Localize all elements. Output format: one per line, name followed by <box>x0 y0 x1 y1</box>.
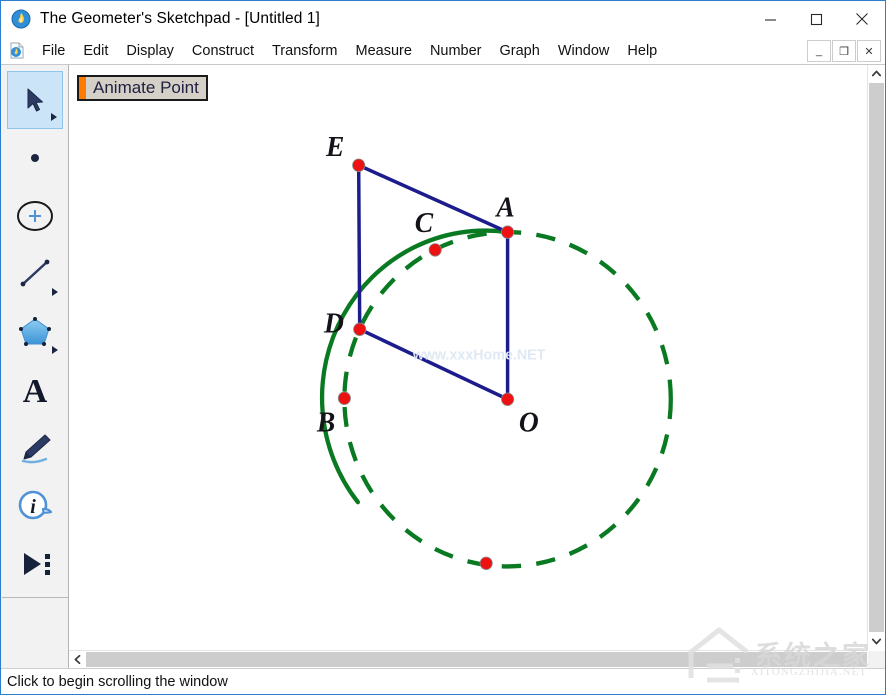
compass-circle-tool[interactable] <box>7 187 63 245</box>
mdi-minimize-button[interactable]: _ <box>807 40 831 62</box>
status-bar: Click to begin scrolling the window <box>1 668 885 694</box>
vertical-scroll-track[interactable] <box>868 82 885 633</box>
straightedge-tool[interactable] <box>7 245 63 303</box>
window-title: The Geometer's Sketchpad - [Untitled 1] <box>40 10 320 27</box>
menu-item-number[interactable]: Number <box>421 41 491 61</box>
horizontal-scroll-track[interactable] <box>86 651 868 668</box>
window-controls <box>747 1 885 37</box>
point-D[interactable] <box>353 322 367 336</box>
document-flame-icon[interactable] <box>9 42 25 59</box>
menu-item-display[interactable]: Display <box>117 41 183 61</box>
minimize-button[interactable] <box>747 1 793 37</box>
flyout-arrow-icon[interactable] <box>50 113 57 121</box>
mdi-restore-button[interactable]: ❐ <box>832 40 856 62</box>
work-area: A i www.xxxHome.NET E A C D B O Animate … <box>1 64 885 668</box>
mdi-document-controls: _ ❐ ✕ <box>807 40 881 62</box>
menu-item-file[interactable]: File <box>33 41 74 61</box>
circle-plus-icon <box>16 201 53 231</box>
horizontal-scrollbar[interactable] <box>69 650 868 668</box>
segment-D-O[interactable] <box>358 327 509 401</box>
point-tool[interactable] <box>7 129 63 187</box>
solid-arc-A-B[interactable] <box>319 228 510 505</box>
sketchpad-window: The Geometer's Sketchpad - [Untitled 1] … <box>0 0 886 695</box>
menu-item-edit[interactable]: Edit <box>74 41 117 61</box>
play-dots-icon <box>23 553 50 575</box>
sketchpad-flame-icon <box>11 9 31 29</box>
vertical-scrollbar[interactable] <box>867 65 885 650</box>
info-balloon-icon: i <box>18 490 52 520</box>
horizontal-scroll-thumb[interactable] <box>86 652 867 667</box>
point-label-O: O <box>519 407 539 438</box>
menu-item-construct[interactable]: Construct <box>183 41 263 61</box>
menu-bar: File Edit Display Construct Transform Me… <box>1 37 885 64</box>
maximize-button[interactable] <box>793 1 839 37</box>
text-tool[interactable]: A <box>7 361 63 419</box>
scroll-up-button[interactable] <box>868 65 885 82</box>
marker-tool[interactable] <box>7 419 63 477</box>
canvas-wrap: www.xxxHome.NET E A C D B O Animate Poin… <box>69 65 885 668</box>
menu-item-graph[interactable]: Graph <box>491 41 549 61</box>
information-tool[interactable]: i <box>7 477 63 535</box>
point-label-A: A <box>494 192 514 223</box>
point-B[interactable] <box>337 391 351 405</box>
close-button[interactable] <box>839 1 885 37</box>
arrow-select-tool[interactable] <box>6 71 63 129</box>
arrow-cursor-icon <box>27 88 43 112</box>
point-circle-bottom[interactable] <box>479 556 493 570</box>
title-bar: The Geometer's Sketchpad - [Untitled 1] <box>1 1 885 37</box>
line-segment-icon <box>20 259 49 287</box>
toolbox-divider <box>1 597 68 598</box>
menu-item-transform[interactable]: Transform <box>263 41 347 61</box>
scroll-down-button[interactable] <box>868 633 885 650</box>
point-O[interactable] <box>501 392 515 406</box>
point-C[interactable] <box>428 243 442 257</box>
point-label-E: E <box>325 132 344 163</box>
point-A[interactable] <box>501 225 515 239</box>
flyout-arrow-icon[interactable] <box>51 288 58 296</box>
segment-E-D[interactable] <box>356 165 362 330</box>
menu-item-help[interactable]: Help <box>618 41 666 61</box>
toolbox: A i <box>1 65 69 668</box>
vertical-scroll-thumb[interactable] <box>869 83 884 632</box>
letter-a-icon: A <box>22 373 47 408</box>
svg-text:i: i <box>30 496 36 518</box>
point-label-D: D <box>323 308 344 339</box>
point-label-B: B <box>316 407 335 438</box>
svg-text:A: A <box>22 373 47 408</box>
menu-item-measure[interactable]: Measure <box>347 41 421 61</box>
custom-tool[interactable] <box>7 535 63 593</box>
sketch-canvas[interactable]: www.xxxHome.NET E A C D B O Animate Poin… <box>69 65 885 650</box>
polygon-tool[interactable] <box>7 303 63 361</box>
sketch-drawing: www.xxxHome.NET E A C D B O <box>316 132 673 570</box>
scrollbar-corner <box>868 651 885 668</box>
animate-point-label: Animate Point <box>93 78 199 97</box>
point-label-C: C <box>415 208 434 239</box>
pentagon-icon <box>18 317 51 346</box>
animate-point-button[interactable]: Animate Point <box>77 75 208 101</box>
menu-item-window[interactable]: Window <box>549 41 619 61</box>
scroll-left-button[interactable] <box>69 651 86 668</box>
sketch-watermark-text: www.xxxHome.NET <box>412 347 546 363</box>
point-E[interactable] <box>352 158 366 172</box>
status-message: Click to begin scrolling the window <box>7 673 228 690</box>
mdi-close-button[interactable]: ✕ <box>857 40 881 62</box>
pen-marker-icon <box>21 434 50 464</box>
animate-accent-bar <box>79 77 86 99</box>
flyout-arrow-icon[interactable] <box>51 346 58 354</box>
point-dot-icon <box>30 154 39 162</box>
